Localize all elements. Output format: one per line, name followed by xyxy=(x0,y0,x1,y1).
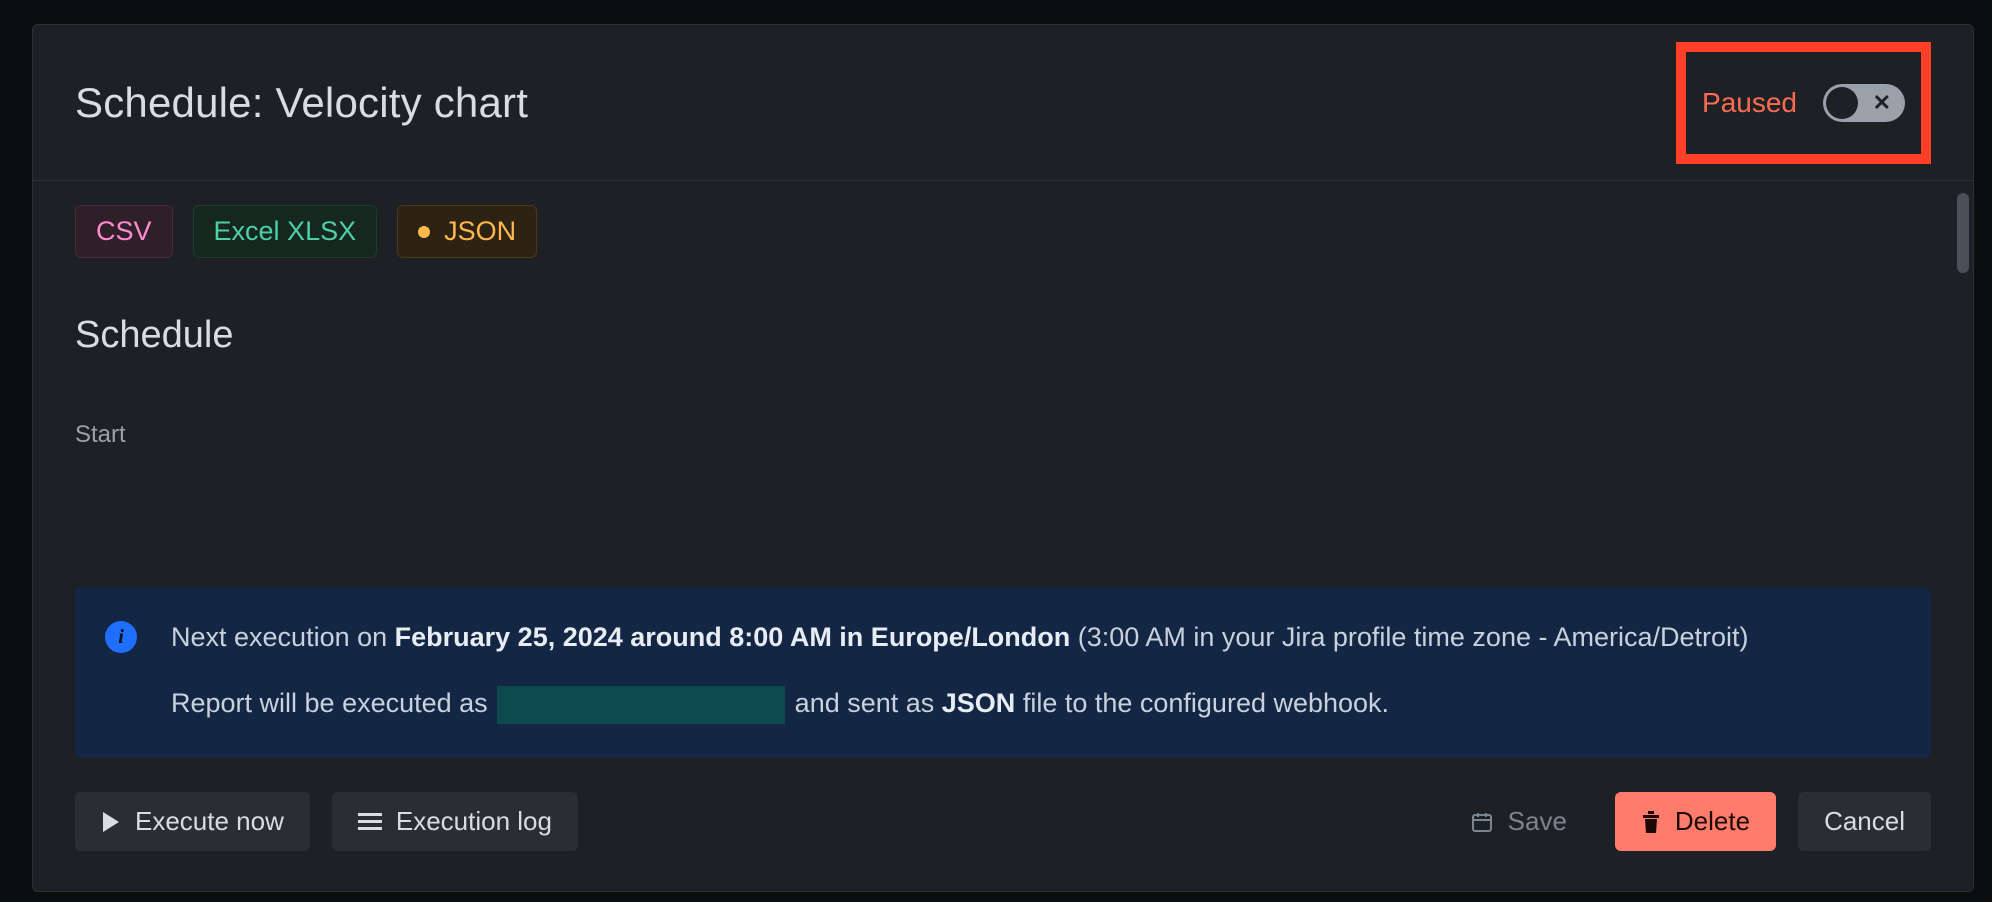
info-icon: i xyxy=(105,621,137,653)
info-text-fragment: file to the configured webhook. xyxy=(1015,688,1389,718)
info-text: Next execution on February 25, 2024 arou… xyxy=(171,617,1749,724)
modal-footer: i Next execution on February 25, 2024 ar… xyxy=(33,587,1973,891)
dot-icon xyxy=(418,226,430,238)
chip-label: JSON xyxy=(444,216,516,247)
info-line-2: Report will be executed as and sent as J… xyxy=(171,683,1749,724)
format-chip-csv[interactable]: CSV xyxy=(75,205,173,258)
play-icon xyxy=(101,811,121,833)
info-text-fragment: Report will be executed as xyxy=(171,688,495,718)
button-label: Save xyxy=(1508,806,1567,837)
button-label: Cancel xyxy=(1824,806,1905,837)
format-chip-excel[interactable]: Excel XLSX xyxy=(193,205,378,258)
save-button[interactable]: Save xyxy=(1444,792,1593,851)
modal-header: Schedule: Velocity chart Paused ✕ xyxy=(33,25,1973,181)
left-actions: Execute now Execution log xyxy=(75,792,578,851)
execute-now-button[interactable]: Execute now xyxy=(75,792,310,851)
cancel-button[interactable]: Cancel xyxy=(1798,792,1931,851)
toggle-knob xyxy=(1826,87,1858,119)
format-chips: CSV Excel XLSX JSON xyxy=(75,205,1931,258)
info-text-fragment: Next execution on xyxy=(171,622,395,652)
modal-title: Schedule: Velocity chart xyxy=(75,79,528,127)
calendar-save-icon xyxy=(1470,810,1494,834)
format-chip-json[interactable]: JSON xyxy=(397,205,537,258)
scrollbar-thumb[interactable] xyxy=(1957,193,1969,273)
info-text-fragment: (3:00 AM in your Jira profile time zone … xyxy=(1070,622,1748,652)
info-text-bold: JSON xyxy=(942,688,1016,718)
action-row: Execute now Execution log xyxy=(75,792,1931,851)
info-text-fragment: and sent as xyxy=(787,688,942,718)
button-label: Delete xyxy=(1675,806,1750,837)
status-block: Paused ✕ xyxy=(1676,42,1931,164)
list-icon xyxy=(358,812,382,832)
info-text-bold: February 25, 2024 around 8:00 AM in Euro… xyxy=(395,622,1071,652)
modal-body: CSV Excel XLSX JSON Schedule Start xyxy=(33,181,1973,587)
info-banner: i Next execution on February 25, 2024 ar… xyxy=(75,587,1931,758)
pause-toggle[interactable]: ✕ xyxy=(1823,84,1905,122)
delete-button[interactable]: Delete xyxy=(1615,792,1776,851)
close-icon: ✕ xyxy=(1873,92,1891,114)
info-line-1: Next execution on February 25, 2024 arou… xyxy=(171,617,1749,658)
chip-label: Excel XLSX xyxy=(214,216,357,247)
trash-icon xyxy=(1641,811,1661,833)
start-label: Start xyxy=(75,421,1931,449)
right-actions: Save Delete Cancel xyxy=(1444,792,1931,851)
button-label: Execution log xyxy=(396,806,552,837)
schedule-modal: Schedule: Velocity chart Paused ✕ CSV Ex… xyxy=(32,24,1974,892)
button-label: Execute now xyxy=(135,806,284,837)
schedule-heading: Schedule xyxy=(75,314,1931,357)
execution-log-button[interactable]: Execution log xyxy=(332,792,578,851)
chip-label: CSV xyxy=(96,216,152,247)
status-label: Paused xyxy=(1702,87,1797,119)
redacted-block xyxy=(497,686,785,724)
